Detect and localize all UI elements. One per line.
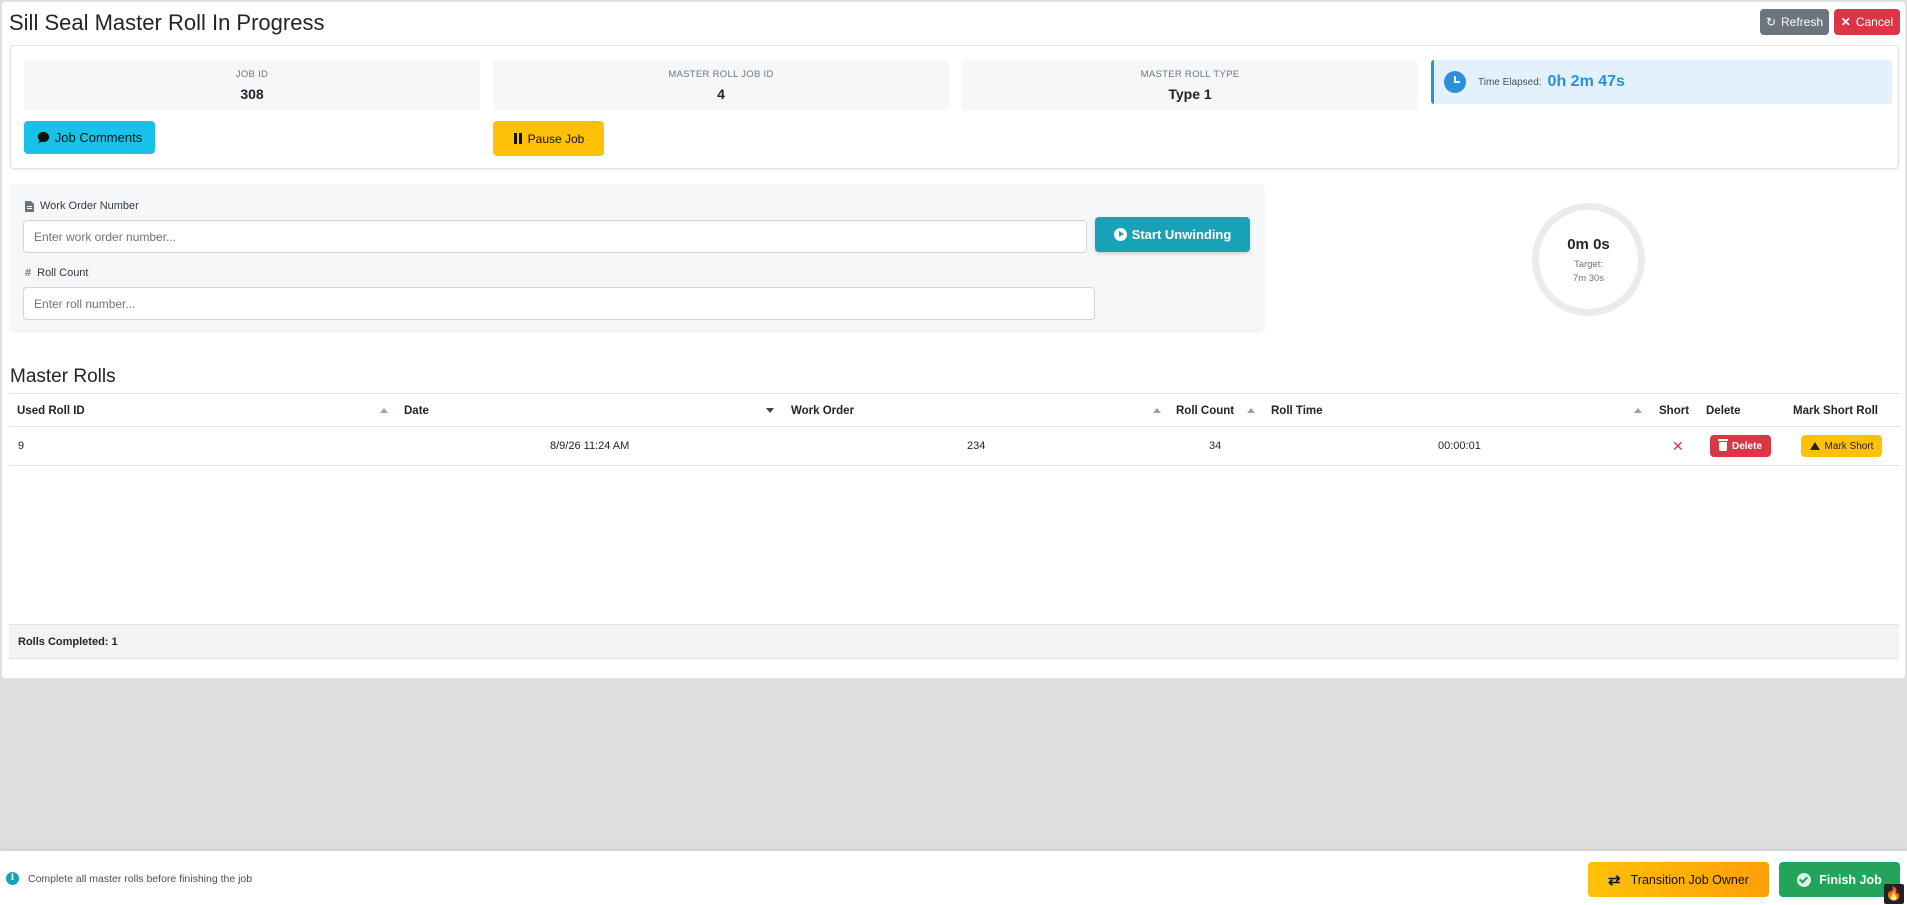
- sort-down-icon[interactable]: [766, 408, 774, 413]
- refresh-icon: ↻: [1765, 15, 1777, 29]
- column-roll-count[interactable]: Roll Count: [1176, 394, 1234, 427]
- work-order-input[interactable]: [23, 220, 1087, 253]
- comment-icon: [37, 131, 49, 144]
- play-circle-icon: [1113, 228, 1127, 241]
- mark-short-label: Mark Short: [1824, 440, 1874, 452]
- trash-icon: [1717, 438, 1728, 451]
- start-unwinding-button[interactable]: Start Unwinding: [1095, 217, 1250, 252]
- transition-job-owner-label: Transition Job Owner: [1630, 872, 1749, 887]
- cell-used-roll-id: 9: [18, 440, 25, 452]
- delete-label: Delete: [1731, 440, 1762, 452]
- column-delete[interactable]: Delete: [1706, 394, 1741, 427]
- refresh-label: Refresh: [1781, 15, 1824, 29]
- table-row[interactable]: 9 8/9/26 11:24 AM 234 34 00:00:01 ✕ Dele…: [9, 427, 1899, 466]
- timer-target: Target: 7m 30s: [1572, 259, 1605, 284]
- roll-timer: 0m 0s Target: 7m 30s: [1532, 203, 1645, 316]
- start-unwinding-label: Start Unwinding: [1131, 227, 1232, 242]
- time-elapsed-label: Time Elapsed:: [1478, 76, 1542, 88]
- cell-roll-time: 00:00:01: [1438, 440, 1481, 452]
- roll-count-input[interactable]: [23, 287, 1095, 320]
- pause-job-button[interactable]: Pause Job: [493, 121, 604, 156]
- master-roll-type-stat: MASTER ROLL TYPE Type 1: [962, 60, 1418, 110]
- main-panel: Sill Seal Master Roll In Progress ↻ Refr…: [1, 1, 1906, 679]
- sort-up-icon[interactable]: [1153, 408, 1161, 413]
- close-icon: ✕: [1840, 15, 1851, 29]
- master-roll-type-value: Type 1: [1168, 86, 1212, 102]
- column-mark-short-roll[interactable]: Mark Short Roll: [1793, 394, 1878, 427]
- finish-hint-message: Complete all master rolls before finishi…: [28, 873, 253, 885]
- grid-header: Used Roll ID Date Work Order Roll Count …: [9, 393, 1899, 427]
- job-id-label: JOB ID: [235, 69, 269, 80]
- cell-short: ✕: [1672, 427, 1684, 465]
- cell-date: 8/9/26 11:24 AM: [550, 440, 630, 452]
- finish-job-label: Finish Job: [1819, 872, 1882, 887]
- column-used-roll-id[interactable]: Used Roll ID: [17, 394, 85, 427]
- work-order-label: Work Order Number: [40, 200, 139, 212]
- page-title: Sill Seal Master Roll In Progress: [9, 10, 325, 35]
- flame-icon[interactable]: 🔥: [1884, 884, 1904, 904]
- check-circle-icon: [1797, 872, 1812, 887]
- cancel-button[interactable]: ✕ Cancel: [1834, 9, 1900, 35]
- finish-job-button[interactable]: Finish Job: [1779, 862, 1900, 897]
- timer-value: 0m 0s: [1567, 236, 1610, 253]
- job-comments-button[interactable]: Job Comments: [24, 121, 155, 154]
- master-roll-job-id-stat: MASTER ROLL JOB ID 4: [493, 60, 949, 110]
- work-order-label-wrap: Work Order Number: [25, 200, 139, 212]
- cancel-label: Cancel: [1855, 15, 1894, 29]
- refresh-button[interactable]: ↻ Refresh: [1760, 9, 1829, 35]
- master-roll-job-id-label: MASTER ROLL JOB ID: [668, 69, 774, 80]
- column-roll-time[interactable]: Roll Time: [1271, 394, 1323, 427]
- pause-icon: [513, 133, 522, 144]
- sort-up-icon[interactable]: [1247, 408, 1255, 413]
- column-work-order[interactable]: Work Order: [791, 394, 854, 427]
- document-icon: [25, 200, 34, 212]
- pause-job-label: Pause Job: [527, 131, 585, 146]
- x-icon: ✕: [1672, 437, 1684, 454]
- job-id-stat: JOB ID 308: [24, 60, 480, 110]
- time-elapsed-box: Time Elapsed: 0h 2m 47s: [1431, 60, 1892, 104]
- roll-count-label: Roll Count: [37, 267, 89, 279]
- master-rolls-title: Master Rolls: [10, 366, 116, 387]
- cell-work-order: 234: [967, 440, 986, 452]
- warning-icon: [1809, 442, 1820, 450]
- cell-roll-count: 34: [1209, 440, 1222, 452]
- info-icon: i: [6, 872, 19, 885]
- bottom-action-bar: i Complete all master rolls before finis…: [0, 851, 1907, 905]
- sort-up-icon[interactable]: [1634, 408, 1642, 413]
- roll-entry-form: Work Order Number Start Unwinding # Roll…: [9, 184, 1265, 333]
- roll-count-label-wrap: # Roll Count: [25, 267, 88, 279]
- clock-icon: [1444, 71, 1466, 93]
- mark-short-button[interactable]: Mark Short: [1801, 435, 1882, 457]
- master-roll-job-id-value: 4: [717, 86, 725, 102]
- master-roll-type-label: MASTER ROLL TYPE: [1140, 69, 1240, 80]
- hash-icon: #: [25, 267, 32, 279]
- sort-up-icon[interactable]: [380, 408, 388, 413]
- rolls-completed-footer: Rolls Completed: 1: [9, 624, 1899, 659]
- job-id-value: 308: [240, 86, 264, 102]
- swap-arrows-icon: ⇄: [1608, 871, 1621, 889]
- time-elapsed-value: 0h 2m 47s: [1547, 73, 1625, 90]
- job-info-card: JOB ID 308 MASTER ROLL JOB ID 4 MASTER R…: [10, 45, 1899, 169]
- column-date[interactable]: Date: [404, 394, 429, 427]
- transition-job-owner-button[interactable]: ⇄ Transition Job Owner: [1588, 862, 1769, 897]
- column-short[interactable]: Short: [1659, 394, 1689, 427]
- job-comments-label: Job Comments: [54, 130, 143, 145]
- delete-roll-button[interactable]: Delete: [1710, 435, 1771, 457]
